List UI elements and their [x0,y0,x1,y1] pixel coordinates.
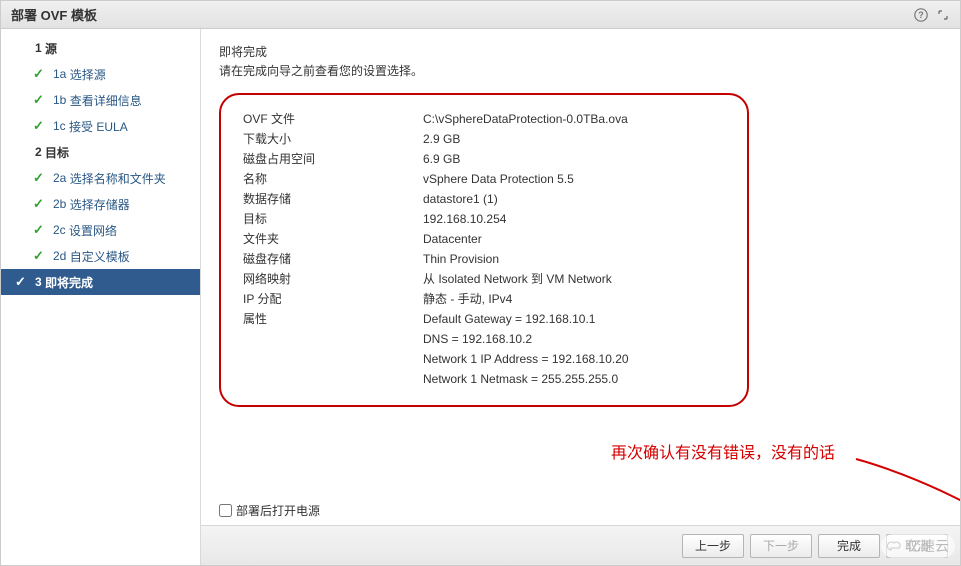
row-ovf-file: OVF 文件C:\vSphereDataProtection-0.0TBa.ov… [243,109,725,129]
page-subtitle: 请在完成向导之前查看您的设置选择。 [219,62,942,79]
footer: 上一步 下一步 完成 取消 [201,525,960,565]
annotation-text: 再次确认有没有错误，没有的话 [611,439,835,463]
wizard-sidebar: 1 源 ✓1a 选择源 ✓1b 查看详细信息 ✓1c 接受 EULA 2 目标 … [1,29,201,565]
expand-icon[interactable] [934,6,952,24]
titlebar: 部署 OVF 模板 ? [1,1,960,29]
back-button[interactable]: 上一步 [682,534,744,558]
page-title: 即将完成 [219,43,942,60]
dialog-body: 1 源 ✓1a 选择源 ✓1b 查看详细信息 ✓1c 接受 EULA 2 目标 … [1,29,960,565]
sidebar-item-name-folder[interactable]: ✓2a 选择名称和文件夹 [1,165,200,191]
deploy-ovf-dialog: 部署 OVF 模板 ? 1 源 ✓1a 选择源 ✓1b 查看详细信息 ✓1c 接… [0,0,961,566]
sidebar-item-source[interactable]: 1 源 [1,35,200,61]
sidebar-item-review-details[interactable]: ✓1b 查看详细信息 [1,87,200,113]
dialog-title: 部署 OVF 模板 [11,5,97,24]
row-disk-size: 磁盘占用空间6.9 GB [243,149,725,169]
row-ip-allocation: IP 分配静态 - 手动, IPv4 [243,289,725,309]
row-download-size: 下载大小2.9 GB [243,129,725,149]
sidebar-item-setup-network[interactable]: ✓2c 设置网络 [1,217,200,243]
power-on-label[interactable]: 部署后打开电源 [219,502,942,519]
row-target: 目标192.168.10.254 [243,209,725,229]
sidebar-item-customize-template[interactable]: ✓2d 自定义模板 [1,243,200,269]
svg-text:?: ? [918,10,924,20]
next-button: 下一步 [750,534,812,558]
sidebar-item-accept-eula[interactable]: ✓1c 接受 EULA [1,113,200,139]
summary-box: OVF 文件C:\vSphereDataProtection-0.0TBa.ov… [219,93,749,407]
row-network-mapping: 网络映射从 Isolated Network 到 VM Network [243,269,725,289]
row-disk-storage: 磁盘存储Thin Provision [243,249,725,269]
help-icon[interactable]: ? [912,6,930,24]
row-name: 名称vSphere Data Protection 5.5 [243,169,725,189]
sidebar-item-target[interactable]: 2 目标 [1,139,200,165]
power-on-checkbox[interactable] [219,504,232,517]
sidebar-item-ready-complete[interactable]: ✓3 即将完成 [1,269,200,295]
row-datastore: 数据存储datastore1 (1) [243,189,725,209]
row-properties: 属性 Default Gateway = 192.168.10.1 DNS = … [243,309,725,389]
sidebar-item-select-source[interactable]: ✓1a 选择源 [1,61,200,87]
sidebar-item-select-storage[interactable]: ✓2b 选择存储器 [1,191,200,217]
content-area: 即将完成 请在完成向导之前查看您的设置选择。 OVF 文件C:\vSphereD… [201,29,960,496]
row-folder: 文件夹Datacenter [243,229,725,249]
watermark: 亿速云 [881,534,955,558]
main-panel: 即将完成 请在完成向导之前查看您的设置选择。 OVF 文件C:\vSphereD… [201,29,960,565]
power-on-option: 部署后打开电源 [201,496,960,525]
